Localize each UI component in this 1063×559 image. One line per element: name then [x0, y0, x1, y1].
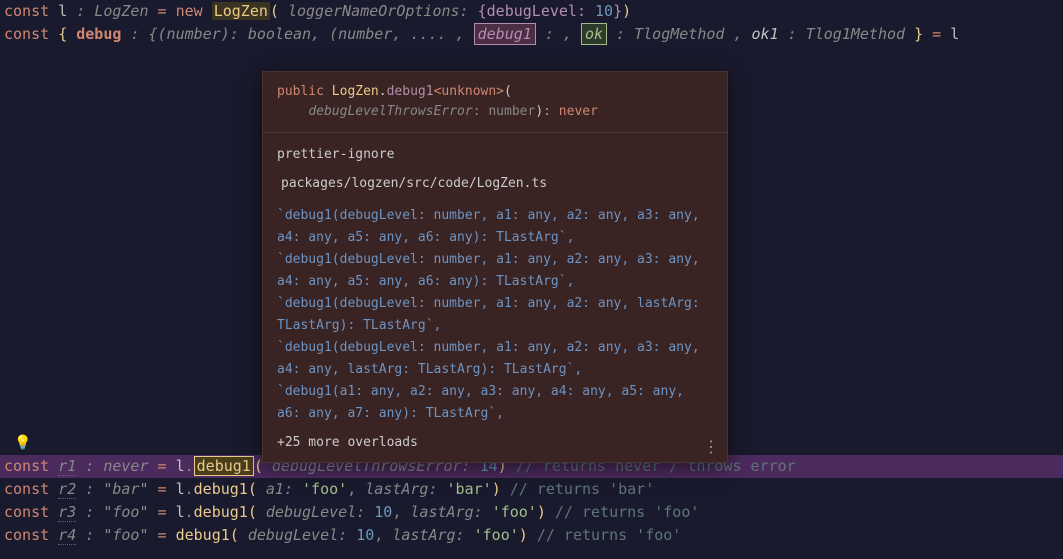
comment: // returns 'foo'	[555, 503, 700, 521]
keyword-const: const	[4, 526, 49, 544]
brace: }	[914, 25, 923, 43]
string-literal: 'foo'	[492, 503, 537, 521]
class-logzen: LogZen	[212, 2, 270, 20]
param-hint: lastArg:	[392, 526, 464, 544]
param-hint: debugLevel:	[266, 503, 365, 521]
keyword-const: const	[4, 457, 49, 475]
overload-item: `debug1(debugLevel: number, a1: any, a2:…	[277, 293, 713, 337]
type-hint: : ,	[545, 25, 572, 43]
obj-l: l	[176, 503, 185, 521]
type-hint: : TlogMethod ,	[616, 25, 742, 43]
keyword-const: const	[4, 480, 49, 498]
type-annotation: : "foo"	[85, 526, 148, 544]
sig-public: public	[277, 84, 324, 99]
variable-r4: r4	[58, 526, 76, 545]
destruct-debug: debug	[76, 25, 121, 43]
type-annotation: : LogZen	[76, 2, 157, 20]
more-menu-icon[interactable]: ⋮	[703, 440, 719, 454]
code-line-r2[interactable]: const r2 : "bar" = l.debug1( a1: 'foo', …	[0, 478, 1063, 501]
destruct-ok: ok	[581, 23, 607, 45]
number-literal: 10	[595, 2, 613, 20]
code-line-r3[interactable]: const r3 : "foo" = l.debug1( debugLevel:…	[0, 501, 1063, 524]
method-debug1: debug1	[194, 456, 254, 476]
brace: {	[58, 25, 67, 43]
overload-item: `debug1(debugLevel: number, a1: any, a2:…	[277, 205, 713, 249]
prop-debuglevel: debugLevel:	[487, 2, 586, 20]
destruct-ok1: ok1	[752, 25, 779, 43]
obj-l: l	[176, 480, 185, 498]
intellisense-tooltip[interactable]: public LogZen.debug1<unknown>( debugLeve…	[262, 71, 728, 463]
method-debug1: debug1	[176, 526, 230, 544]
code-line-1[interactable]: const l : LogZen = new LogZen( loggerNam…	[0, 0, 1063, 23]
param-hint: a1:	[266, 480, 293, 498]
operator-eq: =	[158, 2, 167, 20]
destruct-debug1: debug1	[474, 23, 536, 45]
comment: // returns 'bar'	[510, 480, 655, 498]
sig-return: : never	[543, 104, 598, 119]
comment: // returns 'foo'	[537, 526, 682, 544]
param-hint: loggerNameOrOptions:	[288, 2, 469, 20]
obj-l: l	[176, 457, 185, 475]
tooltip-body: prettier-ignore packages/logzen/src/code…	[263, 133, 727, 462]
param-hint: lastArg:	[365, 480, 437, 498]
tooltip-path: packages/logzen/src/code/LogZen.ts	[277, 172, 713, 195]
paren: (	[270, 2, 288, 20]
sig-method: debug1	[387, 84, 434, 99]
more-overloads: +25 more overloads	[277, 431, 713, 454]
param-hint: debugLevel:	[248, 526, 347, 544]
type-annotation: : "bar"	[85, 480, 148, 498]
overload-item: `debug1(debugLevel: number, a1: any, a2:…	[277, 249, 713, 293]
method-debug1: debug1	[194, 480, 248, 498]
variable-l: l	[950, 25, 959, 43]
number-literal: 10	[356, 526, 374, 544]
lightbulb-icon[interactable]: 💡	[14, 432, 31, 455]
variable-l: l	[58, 2, 67, 20]
code-line-r4[interactable]: const r4 : "foo" = debug1( debugLevel: 1…	[0, 524, 1063, 547]
sig-generic: <unknown>	[434, 84, 504, 99]
operator-eq: =	[932, 25, 950, 43]
number-literal: 10	[374, 503, 392, 521]
string-literal: 'bar'	[447, 480, 492, 498]
type-annotation: : "foo"	[85, 503, 148, 521]
type-annotation: : never	[85, 457, 148, 475]
overload-item: `debug1(a1: any, a2: any, a3: any, a4: a…	[277, 381, 713, 425]
method-debug1: debug1	[194, 503, 248, 521]
param-hint: lastArg:	[410, 503, 482, 521]
paren: )	[622, 2, 631, 20]
keyword-new: new	[176, 2, 212, 20]
keyword-const: const	[4, 503, 49, 521]
keyword-const: const	[4, 2, 49, 20]
keyword-const: const	[4, 25, 49, 43]
type-hint: : {(number): boolean, (number, .... ,	[130, 25, 464, 43]
string-literal: 'foo'	[474, 526, 519, 544]
variable-r3: r3	[58, 503, 76, 522]
brace: }	[613, 2, 622, 20]
variable-r1: r1	[58, 457, 76, 476]
tooltip-title: prettier-ignore	[277, 143, 713, 166]
sig-param: debugLevelThrowsError	[308, 104, 472, 119]
variable-r2: r2	[58, 480, 76, 499]
sig-type: : number	[473, 104, 536, 119]
overload-item: `debug1(debugLevel: number, a1: any, a2:…	[277, 337, 713, 381]
string-literal: 'foo'	[302, 480, 347, 498]
tooltip-signature: public LogZen.debug1<unknown>( debugLeve…	[263, 72, 727, 133]
sig-class: LogZen	[332, 84, 379, 99]
code-line-2[interactable]: const { debug : {(number): boolean, (num…	[0, 23, 1063, 46]
type-hint: : Tlog1Method	[788, 25, 905, 43]
brace: {	[478, 2, 487, 20]
